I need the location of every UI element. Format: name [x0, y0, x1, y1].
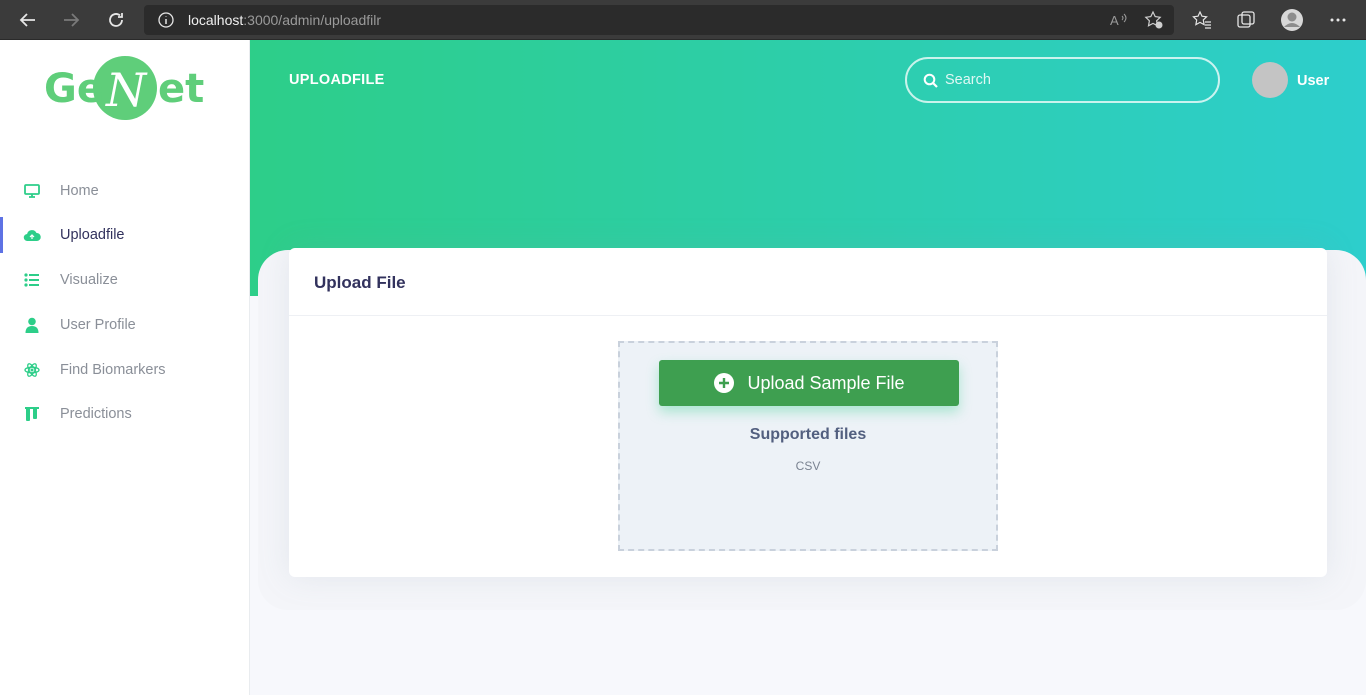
upload-button-label: Upload Sample File — [747, 372, 905, 393]
collections-button[interactable] — [1232, 6, 1260, 34]
plus-circle-icon — [714, 373, 735, 393]
add-favorite-button[interactable] — [1144, 10, 1164, 35]
sidebar-item-label: Predictions — [60, 406, 132, 422]
sidebar-item-user-profile[interactable]: User Profile — [0, 307, 249, 343]
card-header: Upload File — [289, 248, 1327, 316]
page-title: UPLOADFILE — [289, 72, 385, 88]
sidebar-item-label: Uploadfile — [60, 227, 125, 243]
file-dropzone[interactable]: Upload Sample File Supported files CSV — [618, 341, 998, 551]
user-icon — [22, 315, 42, 335]
sidebar-item-find-biomarkers[interactable]: Find Biomarkers — [0, 352, 249, 388]
genet-logo: Ge et N — [44, 56, 204, 120]
supported-file-types: CSV — [795, 459, 821, 473]
search-icon — [923, 73, 938, 88]
sidebar-item-label: User Profile — [60, 317, 136, 333]
sidebar-item-label: Home — [60, 183, 99, 199]
test-tubes-icon — [22, 404, 42, 424]
svg-text:A: A — [1110, 13, 1119, 28]
favorites-button[interactable] — [1188, 6, 1216, 34]
forward-arrow-icon — [64, 13, 80, 27]
svg-text:N: N — [105, 63, 148, 117]
settings-menu-button[interactable] — [1324, 6, 1352, 34]
avatar[interactable] — [1252, 62, 1288, 98]
read-aloud-button[interactable]: A — [1108, 10, 1128, 35]
collections-icon — [1237, 11, 1255, 28]
monitor-icon — [22, 181, 42, 201]
sidebar-item-uploadfile[interactable]: Uploadfile — [0, 217, 249, 253]
sidebar: Ge et N Home Uploadfile Visualize User P… — [0, 40, 250, 695]
info-icon — [158, 12, 174, 28]
sidebar-item-visualize[interactable]: Visualize — [0, 262, 249, 298]
search-input[interactable] — [945, 69, 1205, 91]
upload-card: Upload File Upload Sample File Supported… — [289, 248, 1327, 577]
back-arrow-icon — [19, 13, 35, 27]
address-bar[interactable]: localhost:3000/admin/uploadfilr A — [144, 5, 1174, 35]
reload-button[interactable] — [102, 6, 130, 34]
reload-icon — [109, 13, 123, 27]
user-name[interactable]: User — [1297, 73, 1329, 89]
profile-avatar-icon — [1281, 9, 1303, 31]
svg-text:Ge: Ge — [44, 66, 104, 112]
favorites-icon — [1192, 10, 1211, 29]
sidebar-item-label: Find Biomarkers — [60, 362, 166, 378]
brand-logo[interactable]: Ge et N — [44, 54, 209, 124]
upload-sample-file-button[interactable]: Upload Sample File — [659, 360, 959, 406]
card-title: Upload File — [314, 273, 406, 292]
atom-icon — [22, 360, 42, 380]
supported-files-heading: Supported files — [749, 426, 867, 443]
sidebar-item-home[interactable]: Home — [0, 173, 249, 209]
svg-text:et: et — [158, 66, 204, 112]
browser-toolbar: localhost:3000/admin/uploadfilr A — [0, 0, 1366, 40]
sidebar-item-predictions[interactable]: Predictions — [0, 396, 249, 432]
search-box[interactable] — [905, 57, 1220, 103]
more-icon — [1330, 18, 1346, 22]
back-button[interactable] — [14, 6, 42, 34]
profile-button[interactable] — [1278, 6, 1306, 34]
star-add-icon — [1144, 10, 1163, 29]
read-aloud-icon: A — [1110, 13, 1127, 28]
cloud-upload-icon — [22, 225, 42, 245]
forward-button[interactable] — [57, 6, 85, 34]
list-icon — [22, 270, 42, 290]
sidebar-item-label: Visualize — [60, 272, 118, 288]
url-text: localhost:3000/admin/uploadfilr — [188, 12, 382, 28]
